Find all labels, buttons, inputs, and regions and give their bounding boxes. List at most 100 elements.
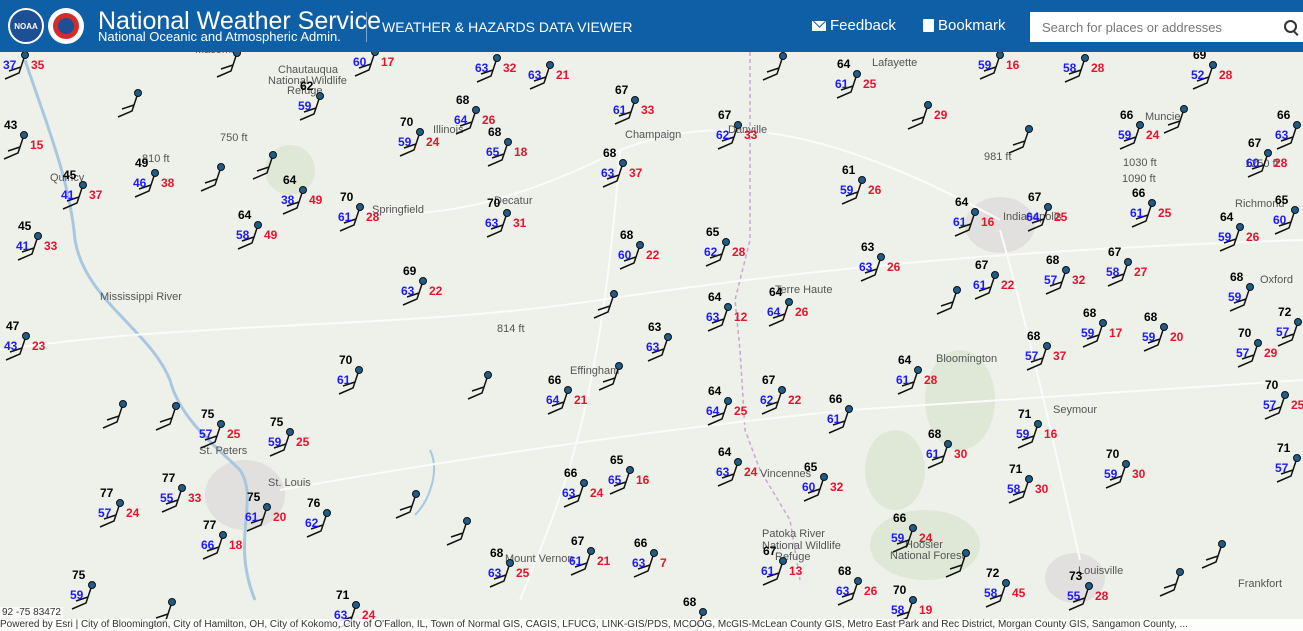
- station-dot[interactable]: [412, 490, 420, 498]
- station-dot[interactable]: [778, 386, 786, 394]
- station-dot[interactable]: [909, 524, 917, 532]
- station-dot[interactable]: [217, 420, 225, 428]
- station-dot[interactable]: [858, 176, 866, 184]
- station-dot[interactable]: [971, 208, 979, 216]
- station-dot[interactable]: [1254, 339, 1262, 347]
- station-dot[interactable]: [323, 509, 331, 517]
- station-dot[interactable]: [504, 138, 512, 146]
- station-dot[interactable]: [1209, 61, 1217, 69]
- station-dot[interactable]: [845, 405, 853, 413]
- feedback-button[interactable]: Feedback: [812, 17, 896, 34]
- station-dot[interactable]: [1043, 342, 1051, 350]
- station-dot[interactable]: [1124, 258, 1132, 266]
- station-dot[interactable]: [168, 598, 176, 606]
- station-dot[interactable]: [356, 203, 364, 211]
- search-icon[interactable]: [1284, 20, 1297, 33]
- station-dot[interactable]: [178, 484, 186, 492]
- station-dot[interactable]: [1281, 391, 1289, 399]
- station-dot[interactable]: [1176, 568, 1184, 576]
- station-dot[interactable]: [619, 159, 627, 167]
- station-dot[interactable]: [734, 121, 742, 129]
- station-dot[interactable]: [924, 101, 932, 109]
- station-dot[interactable]: [34, 232, 42, 240]
- search-input[interactable]: [1030, 12, 1275, 42]
- station-dot[interactable]: [722, 238, 730, 246]
- station-dot[interactable]: [1148, 199, 1156, 207]
- station-dot[interactable]: [546, 61, 554, 69]
- station-dot[interactable]: [996, 52, 1004, 59]
- station-dot[interactable]: [79, 181, 87, 189]
- station-dot[interactable]: [636, 241, 644, 249]
- station-dot[interactable]: [371, 52, 379, 56]
- noaa-logo[interactable]: NOAA: [8, 8, 44, 44]
- station-dot[interactable]: [650, 549, 658, 557]
- station-dot[interactable]: [734, 458, 742, 466]
- station-dot[interactable]: [493, 54, 501, 62]
- station-dot[interactable]: [116, 499, 124, 507]
- station-dot[interactable]: [724, 397, 732, 405]
- station-dot[interactable]: [1160, 323, 1168, 331]
- station-dot[interactable]: [615, 362, 623, 370]
- map-canvas[interactable]: MacombChautauquaNational WildlifeRefugeI…: [0, 52, 1303, 631]
- station-dot[interactable]: [1291, 206, 1299, 214]
- station-dot[interactable]: [909, 596, 917, 604]
- station-dot[interactable]: [286, 428, 294, 436]
- station-dot[interactable]: [1264, 149, 1272, 157]
- map-view[interactable]: MacombChautauquaNational WildlifeRefugeI…: [0, 52, 1303, 631]
- station-dot[interactable]: [587, 547, 595, 555]
- station-dot[interactable]: [484, 371, 492, 379]
- station-dot[interactable]: [991, 271, 999, 279]
- station-dot[interactable]: [416, 128, 424, 136]
- station-dot[interactable]: [1293, 121, 1301, 129]
- station-dot[interactable]: [631, 96, 639, 104]
- station-dot[interactable]: [1293, 454, 1301, 462]
- station-dot[interactable]: [1218, 540, 1226, 548]
- station-dot[interactable]: [1180, 105, 1188, 113]
- station-dot[interactable]: [1002, 579, 1010, 587]
- station-dot[interactable]: [914, 366, 922, 374]
- station-dot[interactable]: [664, 333, 672, 341]
- station-dot[interactable]: [463, 517, 471, 525]
- station-dot[interactable]: [564, 386, 572, 394]
- station-dot[interactable]: [699, 608, 707, 616]
- station-dot[interactable]: [724, 303, 732, 311]
- station-dot[interactable]: [352, 601, 360, 609]
- station-dot[interactable]: [1099, 319, 1107, 327]
- station-dot[interactable]: [1294, 318, 1302, 326]
- station-dot[interactable]: [419, 277, 427, 285]
- station-dot[interactable]: [20, 131, 28, 139]
- station-dot[interactable]: [779, 557, 787, 565]
- station-dot[interactable]: [1136, 121, 1144, 129]
- station-dot[interactable]: [820, 473, 828, 481]
- station-dot[interactable]: [1122, 460, 1130, 468]
- station-dot[interactable]: [355, 366, 363, 374]
- station-dot[interactable]: [1025, 475, 1033, 483]
- station-dot[interactable]: [785, 298, 793, 306]
- station-dot[interactable]: [1246, 283, 1254, 291]
- station-dot[interactable]: [151, 169, 159, 177]
- station-dot[interactable]: [299, 186, 307, 194]
- station-dot[interactable]: [134, 89, 142, 97]
- station-dot[interactable]: [1081, 54, 1089, 62]
- station-dot[interactable]: [853, 70, 861, 78]
- station-dot[interactable]: [1025, 125, 1033, 133]
- station-dot[interactable]: [1044, 203, 1052, 211]
- station-dot[interactable]: [119, 400, 127, 408]
- station-dot[interactable]: [962, 549, 970, 557]
- station-dot[interactable]: [1062, 266, 1070, 274]
- station-dot[interactable]: [263, 503, 271, 511]
- station-dot[interactable]: [944, 440, 952, 448]
- station-dot[interactable]: [1236, 223, 1244, 231]
- station-dot[interactable]: [877, 253, 885, 261]
- nws-logo[interactable]: [48, 8, 84, 44]
- station-dot[interactable]: [779, 52, 787, 60]
- station-dot[interactable]: [506, 559, 514, 567]
- station-dot[interactable]: [219, 531, 227, 539]
- station-dot[interactable]: [472, 106, 480, 114]
- station-dot[interactable]: [88, 581, 96, 589]
- station-dot[interactable]: [254, 221, 262, 229]
- station-dot[interactable]: [269, 151, 277, 159]
- station-dot[interactable]: [503, 209, 511, 217]
- station-dot[interactable]: [580, 479, 588, 487]
- station-dot[interactable]: [172, 402, 180, 410]
